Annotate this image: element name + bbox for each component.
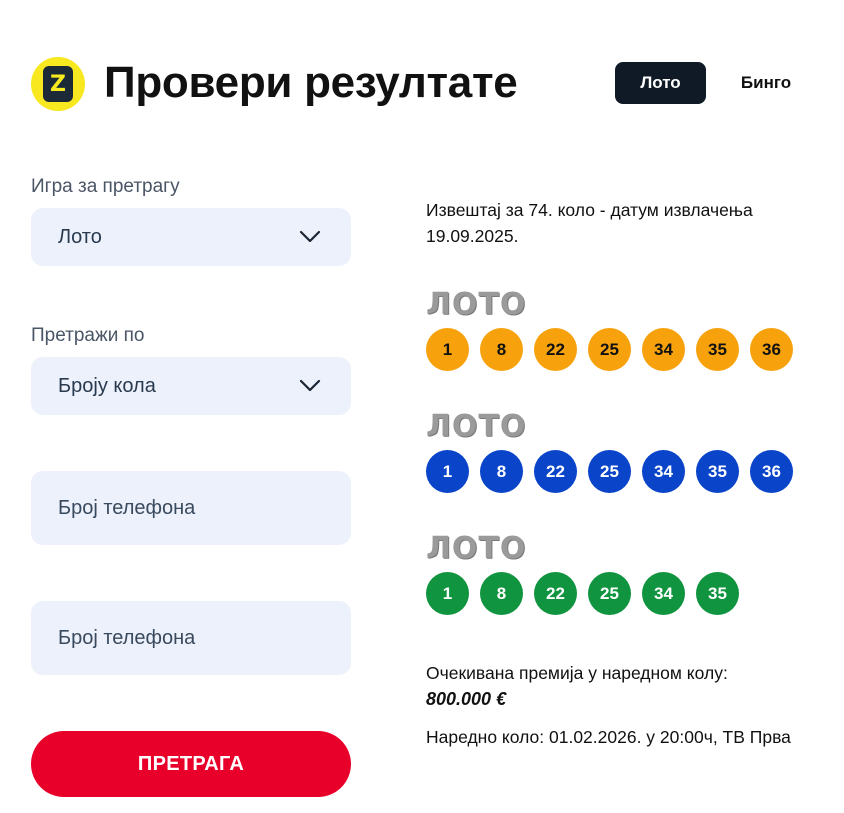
loto-game-logo-2: ЛОТО — [426, 409, 527, 444]
ball: 1 — [426, 450, 469, 493]
phone-input-2-placeholder: Број телефона — [58, 626, 196, 649]
tab-loto[interactable]: Лото — [615, 62, 706, 104]
ball: 36 — [750, 328, 793, 371]
search-by-label: Претражи по — [31, 325, 145, 346]
search-by-select-value: Броју кола — [58, 374, 156, 397]
ball: 8 — [480, 328, 523, 371]
next-draw-info: Наредно коло: 01.02.2026. у 20:00ч, ТВ П… — [426, 727, 791, 747]
draw-row-3: 1 8 22 25 34 35 — [426, 572, 739, 615]
ball: 8 — [480, 450, 523, 493]
ball: 25 — [588, 450, 631, 493]
ball: 22 — [534, 572, 577, 615]
ball: 35 — [696, 328, 739, 371]
game-select-value: Лото — [58, 225, 102, 248]
search-button[interactable]: ПРЕТРАГА — [31, 731, 351, 797]
ball: 8 — [480, 572, 523, 615]
ball: 35 — [696, 450, 739, 493]
loto-game-logo-1: ЛОТО — [426, 287, 527, 322]
page-title: Провери резултате — [104, 58, 518, 107]
expected-prize-label: Очекивана премија у наредном колу: — [426, 663, 728, 683]
brand-logo[interactable]: Z — [31, 57, 85, 111]
expected-prize-value: 800.000 € — [426, 689, 507, 709]
ball: 34 — [642, 572, 685, 615]
ball: 1 — [426, 572, 469, 615]
chevron-down-icon — [299, 230, 321, 243]
ball: 34 — [642, 328, 685, 371]
draw-report: Извештај за 74. коло - датум извлачења 1… — [426, 200, 753, 246]
draw-row-2: 1 8 22 25 34 35 36 — [426, 450, 793, 493]
ball: 36 — [750, 450, 793, 493]
ball: 25 — [588, 572, 631, 615]
search-by-select[interactable]: Броју кола — [31, 357, 351, 415]
loto-game-logo-3: ЛОТО — [426, 531, 527, 566]
ball: 1 — [426, 328, 469, 371]
game-select[interactable]: Лото — [31, 208, 351, 266]
chevron-down-icon — [299, 379, 321, 392]
ball: 25 — [588, 328, 631, 371]
game-label: Игра за претрагу — [31, 176, 180, 197]
header: Z Провери резултате Лото Бинго — [0, 0, 844, 150]
ball: 22 — [534, 450, 577, 493]
tab-bingo[interactable]: Бинго — [720, 62, 812, 104]
ball: 22 — [534, 328, 577, 371]
ball: 34 — [642, 450, 685, 493]
phone-input-2[interactable]: Број телефона — [31, 601, 351, 675]
brand-logo-mark: Z — [43, 66, 73, 102]
ball: 35 — [696, 572, 739, 615]
draw-row-1: 1 8 22 25 34 35 36 — [426, 328, 793, 371]
phone-input-1[interactable]: Број телефона — [31, 471, 351, 545]
phone-input-1-placeholder: Број телефона — [58, 496, 196, 519]
